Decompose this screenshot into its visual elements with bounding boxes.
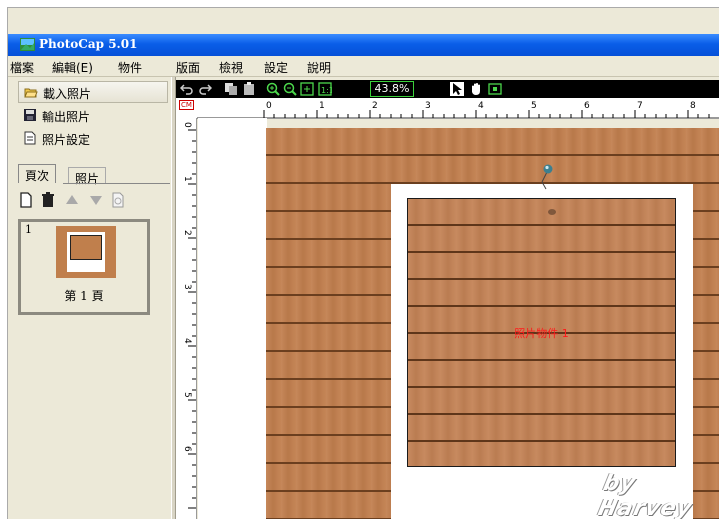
load-photo-button[interactable]: 載入照片 [18, 81, 168, 103]
page-label: 第 1 頁 [64, 289, 104, 303]
horizontal-ruler[interactable]: 0 1 2 3 4 5 6 7 8 [197, 98, 719, 119]
photo-settings-button[interactable]: 照片設定 [18, 128, 166, 148]
pushpin-icon [541, 164, 556, 215]
page-thumbnail[interactable]: 1 第 1 頁 [18, 219, 150, 315]
v-ruler-label: 1 [182, 176, 192, 182]
h-ruler-label: 3 [425, 101, 431, 111]
canvas-toolbar: 1:1 43.8% [176, 80, 719, 98]
menu-layout[interactable]: 版面 [176, 59, 200, 76]
move-down-icon[interactable] [88, 192, 104, 208]
select-arrow-icon[interactable] [450, 82, 464, 96]
save-disk-icon [24, 109, 36, 121]
menu-object[interactable]: 物件 [118, 59, 142, 76]
app-window: PhotoCap 5.01 檔案 編輯(E) 物件 版面 檢視 設定 說明 載入… [7, 7, 719, 519]
open-folder-icon [24, 88, 38, 98]
tab-photos[interactable]: 照片 [68, 167, 107, 186]
h-ruler-label: 6 [584, 101, 590, 111]
document-icon [24, 131, 36, 145]
hand-pan-icon[interactable] [469, 82, 483, 96]
v-ruler-label: 0 [182, 122, 192, 128]
menu-view[interactable]: 檢視 [219, 59, 243, 76]
ruler-unit: CM [179, 100, 194, 110]
redo-icon[interactable] [198, 82, 212, 96]
left-panel: 載入照片 輸出照片 照片設定 頁次 照片 1 第 1 頁 [8, 77, 171, 519]
h-ruler-label: 2 [372, 101, 378, 111]
panel-tabs: 頁次 照片 [18, 164, 170, 186]
new-page-icon[interactable] [18, 192, 34, 208]
canvas-area[interactable]: CM 0 1 2 3 4 5 6 7 8 0 1 2 3 4 5 6 照片物件 … [176, 98, 719, 519]
menu-settings[interactable]: 設定 [264, 59, 288, 76]
menu-edit[interactable]: 編輯(E) [52, 59, 93, 76]
v-ruler-label: 4 [182, 338, 192, 344]
window-title: PhotoCap 5.01 [39, 37, 138, 51]
crop-tool-icon[interactable] [488, 82, 502, 96]
h-ruler-label: 0 [266, 101, 272, 111]
ruler-corner: CM [176, 98, 197, 118]
trash-icon[interactable] [40, 192, 56, 208]
h-ruler-label: 7 [637, 101, 643, 111]
v-ruler-label: 6 [182, 446, 192, 452]
h-ruler-label: 1 [319, 101, 325, 111]
zoom-out-icon[interactable] [283, 82, 297, 96]
copy-icon[interactable] [224, 82, 238, 96]
v-ruler-label: 3 [182, 284, 192, 290]
svg-text:1:1: 1:1 [321, 86, 332, 95]
zoom-in-icon[interactable] [266, 82, 280, 96]
load-photo-label: 載入照片 [43, 87, 92, 101]
vertical-ruler[interactable]: 0 1 2 3 4 5 6 [176, 118, 197, 519]
photo-frame[interactable]: 照片物件 1 [391, 184, 693, 519]
page-preview-image [56, 226, 116, 278]
watermark-text: by Harvey [595, 471, 695, 519]
paste-icon[interactable] [242, 82, 256, 96]
export-photo-button[interactable]: 輸出照片 [18, 105, 166, 125]
menu-bar: 檔案 編輯(E) 物件 版面 檢視 設定 說明 [8, 56, 719, 77]
fit-page-icon[interactable] [300, 82, 314, 96]
undo-icon[interactable] [180, 82, 194, 96]
page-number: 1 [25, 223, 32, 236]
refresh-page-icon[interactable] [110, 192, 126, 208]
tab-pages[interactable]: 頁次 [18, 164, 57, 183]
actual-size-icon[interactable]: 1:1 [318, 82, 332, 96]
menu-help[interactable]: 說明 [307, 59, 331, 76]
v-ruler-label: 2 [182, 230, 192, 236]
photo-object-label: 照片物件 1 [514, 327, 569, 340]
page-toolbar [18, 190, 170, 212]
tab-baseline [63, 183, 170, 184]
app-icon [20, 38, 35, 51]
h-ruler-label: 4 [478, 101, 484, 111]
menu-file[interactable]: 檔案 [10, 59, 34, 76]
photo-object[interactable]: 照片物件 1 [407, 198, 676, 467]
photo-settings-label: 照片設定 [42, 133, 91, 147]
v-ruler-label: 5 [182, 392, 192, 398]
export-photo-label: 輸出照片 [42, 110, 91, 124]
preview-photo [70, 235, 102, 260]
h-ruler-label: 5 [531, 101, 537, 111]
h-ruler-label: 8 [690, 101, 696, 111]
canvas-margin [198, 118, 267, 519]
move-up-icon[interactable] [64, 192, 80, 208]
zoom-level-field[interactable]: 43.8% [370, 81, 414, 97]
title-bar[interactable]: PhotoCap 5.01 [8, 34, 719, 56]
